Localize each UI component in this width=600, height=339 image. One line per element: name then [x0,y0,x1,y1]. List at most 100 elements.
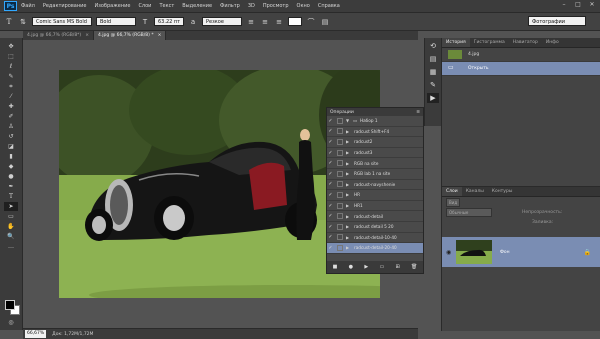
menu-filter[interactable]: Фильтр [220,3,240,9]
brush-tool-icon[interactable]: ✐ [4,112,18,121]
action-row[interactable]: ✓ ▼ ▭ Набор 1 [327,116,423,127]
action-row[interactable]: ✓ ▶ HR1 [327,201,423,212]
clone-stamp-tool-icon[interactable]: ♙ [4,122,18,131]
marquee-tool-icon[interactable]: ⬚ [4,52,18,61]
workspace-select[interactable]: Фотографии [528,16,586,26]
dialog-toggle-box[interactable] [337,160,343,167]
collapsed-triangle-icon[interactable]: ▶ [346,235,351,240]
zoom-tool-icon[interactable]: 🔍 [4,232,18,241]
dialog-toggle-box[interactable] [337,191,343,198]
action-toggle-check-icon[interactable]: ✓ [327,160,334,166]
dialog-toggle-box[interactable] [337,138,343,145]
text-color-swatch[interactable] [288,17,302,26]
blend-mode-select[interactable]: Обычные [446,207,492,217]
menu-edit[interactable]: Редактирование [43,3,87,9]
dialog-toggle-box[interactable] [337,202,343,209]
action-toggle-check-icon[interactable]: ✓ [327,234,334,240]
layer-row-background[interactable]: ◉ Фон 🔒 [442,237,600,267]
collapsed-triangle-icon[interactable]: ▶ [346,224,351,229]
color-swatches[interactable] [5,300,20,315]
font-family-select[interactable]: Comic Sans MS Bold [32,17,92,26]
font-style-select[interactable]: Bold [96,17,136,26]
more-tools-icon[interactable]: … [4,242,18,251]
dialog-toggle-box[interactable] [337,213,343,220]
history-snapshot[interactable]: 4.jpg [442,48,600,62]
history-brush-tool-icon[interactable]: ↺ [4,132,18,141]
align-left-icon[interactable]: ≡ [246,17,256,27]
collapsed-triangle-icon[interactable]: ▶ [346,182,351,187]
align-center-icon[interactable]: ≡ [260,17,270,27]
swatches-panel-icon[interactable]: ▦ [427,67,439,77]
actions-panel-icon[interactable]: ▶ [427,93,439,103]
tab-layers[interactable]: Слои [442,187,462,196]
tab-document-1[interactable]: 4.jpg @ 66,7% (RGB/8*) × [23,31,94,40]
dialog-toggle-box[interactable] [337,234,343,241]
action-row[interactable]: ✓ ▶ radcust-detail-10-40 [327,233,423,244]
dialog-toggle-box[interactable] [337,128,343,135]
healing-tool-icon[interactable]: ✚ [4,102,18,111]
history-panel-icon[interactable]: ⟲ [427,41,439,51]
action-toggle-check-icon[interactable]: ✓ [327,192,334,198]
play-icon[interactable]: ▶ [364,264,368,270]
action-row[interactable]: ✓ ▶ HR [327,190,423,201]
character-panel-icon[interactable]: ▤ [320,17,330,27]
menu-image[interactable]: Изображение [94,3,130,9]
menu-file[interactable]: Файл [21,3,35,9]
delete-icon[interactable]: 🗑 [411,264,417,270]
action-toggle-check-icon[interactable]: ✓ [327,150,334,156]
action-row[interactable]: ✓ ▶ radcust-detail [327,211,423,222]
close-icon[interactable]: × [158,33,162,38]
maximize-icon[interactable]: □ [574,1,582,9]
action-row[interactable]: ✓ ▶ radcust-navyshenie [327,180,423,191]
action-row[interactable]: ✓ ▶ radcust Shift+F4 [327,127,423,138]
menu-select[interactable]: Выделение [182,3,212,9]
action-toggle-check-icon[interactable]: ✓ [327,181,334,187]
shape-tool-icon[interactable]: ▭ [4,212,18,221]
foreground-color-swatch[interactable] [5,300,15,310]
antialias-select[interactable]: Резкое [202,17,242,26]
action-toggle-check-icon[interactable]: ✓ [327,245,334,251]
crop-tool-icon[interactable]: ⌗ [4,82,18,91]
quick-mask-icon[interactable]: ◎ [4,318,18,327]
quick-select-tool-icon[interactable]: ✎ [4,72,18,81]
action-row[interactable]: ✓ ▶ radcust2 [327,137,423,148]
dialog-toggle-box[interactable] [337,244,343,251]
action-row[interactable]: ✓ ▶ RGB na site [327,158,423,169]
dialog-toggle-box[interactable] [337,117,343,124]
action-toggle-check-icon[interactable]: ✓ [327,213,334,219]
lasso-tool-icon[interactable]: ℓ [4,62,18,71]
action-toggle-check-icon[interactable]: ✓ [327,118,334,124]
action-toggle-check-icon[interactable]: ✓ [327,128,334,134]
tab-paths[interactable]: Контуры [488,187,517,196]
dialog-toggle-box[interactable] [337,149,343,156]
menu-help[interactable]: Справка [318,3,340,9]
actions-panel-header[interactable]: Операции ≡ [327,108,423,116]
new-set-icon[interactable]: ▭ [379,264,384,270]
record-icon[interactable]: ● [349,264,353,270]
menu-view[interactable]: Просмотр [263,3,289,9]
collapsed-triangle-icon[interactable]: ▶ [346,245,351,250]
close-icon[interactable]: × [85,33,89,38]
action-toggle-check-icon[interactable]: ✓ [327,224,334,230]
collapsed-triangle-icon[interactable]: ▶ [346,192,351,197]
menu-3d[interactable]: 3D [248,3,255,9]
blur-tool-icon[interactable]: ◆ [4,162,18,171]
layer-filter-select[interactable]: Вид [446,197,461,207]
action-row[interactable]: ✓ ▶ radcust detail 5 20 [327,222,423,233]
new-action-icon[interactable]: ⊞ [395,264,399,270]
eyedropper-tool-icon[interactable]: ⁄ [4,92,18,101]
gradient-tool-icon[interactable]: ▮ [4,152,18,161]
type-tool-icon[interactable]: T [4,17,14,27]
action-toggle-check-icon[interactable]: ✓ [327,139,334,145]
collapsed-triangle-icon[interactable]: ▶ [346,129,351,134]
history-step[interactable]: ▭ Открыть [442,62,600,76]
stop-icon[interactable]: ■ [333,264,338,270]
dialog-toggle-box[interactable] [337,223,343,230]
collapsed-triangle-icon[interactable]: ▶ [346,161,351,166]
tab-info[interactable]: Инфо [542,38,563,47]
action-row[interactable]: ✓ ▶ RGB lab 1 na site [327,169,423,180]
brush-panel-icon[interactable]: ✎ [427,80,439,90]
action-toggle-check-icon[interactable]: ✓ [327,171,334,177]
tab-document-2[interactable]: 4.jpg @ 66,7% (RGB/8) * × [93,31,167,40]
zoom-level-field[interactable]: 66,67% [25,330,47,338]
